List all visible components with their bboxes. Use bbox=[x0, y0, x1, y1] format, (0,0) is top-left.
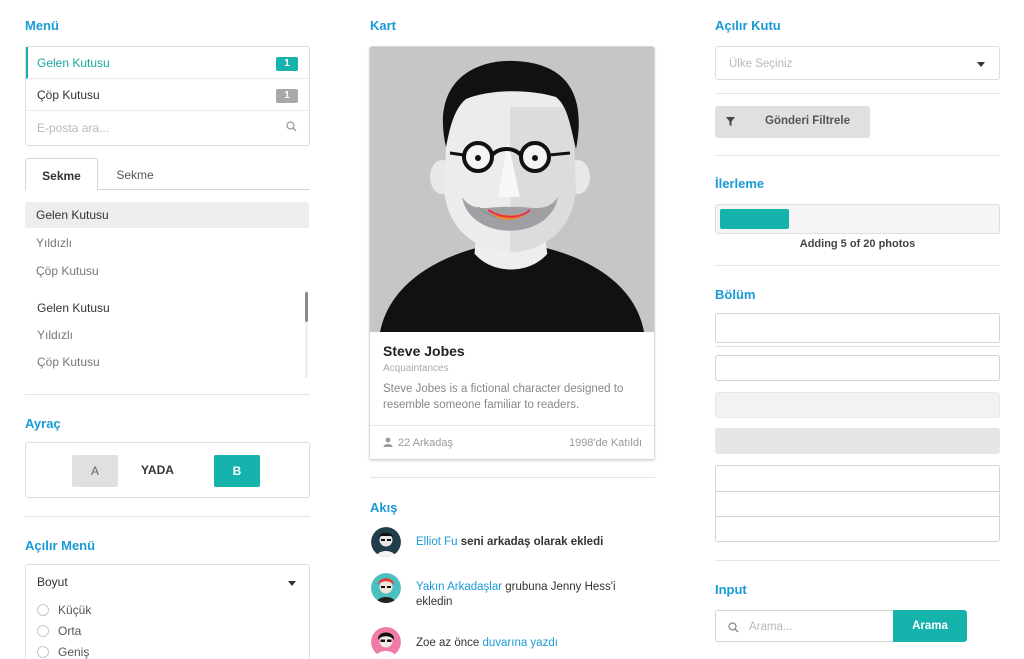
search-placeholder: E-posta ara... bbox=[37, 121, 110, 135]
card-meta: Acquaintances bbox=[383, 363, 449, 374]
user-icon bbox=[383, 437, 393, 447]
radio-label: Geniş bbox=[58, 645, 90, 659]
scroll-list-item-trash[interactable]: Çöp Kutusu bbox=[37, 355, 100, 369]
progress-heading: İlerleme bbox=[715, 176, 765, 191]
profile-illustration bbox=[370, 47, 654, 332]
progress-bar bbox=[715, 204, 1000, 234]
menu-item-inbox[interactable]: Gelen Kutusu 1 bbox=[26, 47, 309, 79]
card-heading: Kart bbox=[370, 18, 397, 33]
filter-posts-button[interactable]: Gönderi Filtrele bbox=[715, 106, 870, 138]
divider-heading: Ayraç bbox=[25, 416, 61, 431]
divider-line bbox=[370, 477, 655, 478]
radio-circle[interactable] bbox=[37, 625, 49, 637]
stack-divider bbox=[716, 516, 999, 517]
feed-heading: Akış bbox=[370, 500, 398, 515]
avatar[interactable] bbox=[371, 627, 401, 657]
chevron-down-icon[interactable] bbox=[288, 581, 296, 586]
scroll-list-item-inbox[interactable]: Gelen Kutusu bbox=[37, 301, 110, 315]
list-item-label: Yıldızlı bbox=[36, 236, 73, 250]
card-footer: 22 Arkadaş 1998'de Katıldı bbox=[370, 425, 654, 459]
size-dropdown-menu: Boyut Küçük Orta Geniş bbox=[25, 564, 310, 659]
card-description: Steve Jobes is a fictional character des… bbox=[383, 383, 624, 411]
feed-text: Zoe az önce duvarına yazdı bbox=[416, 636, 646, 651]
divider-line bbox=[25, 516, 310, 517]
search-placeholder: Arama... bbox=[749, 621, 793, 633]
menu-item-trash[interactable]: Çöp Kutusu 1 bbox=[26, 79, 309, 111]
scrollbar-thumb[interactable] bbox=[305, 292, 308, 322]
progress-label: Adding 5 of 20 photos bbox=[799, 238, 916, 250]
or-label: YADA bbox=[141, 463, 174, 477]
tab-list-item-trash[interactable]: Çöp Kutusu bbox=[25, 258, 309, 284]
email-search-input[interactable]: E-posta ara... bbox=[26, 111, 309, 145]
option-b-button[interactable]: B bbox=[214, 455, 260, 487]
divider-line bbox=[715, 265, 1000, 266]
progress-fill bbox=[720, 209, 789, 229]
radio-circle[interactable] bbox=[37, 604, 49, 616]
search-button[interactable]: Arama bbox=[893, 610, 967, 642]
search-icon bbox=[728, 622, 739, 633]
input-heading: Input bbox=[715, 582, 747, 597]
dropdown-title[interactable]: Boyut bbox=[37, 575, 68, 589]
divider-line bbox=[715, 93, 1000, 94]
profile-card[interactable]: Steve Jobes Acquaintances Steve Jobes is… bbox=[369, 46, 655, 460]
feed-group-link[interactable]: Yakın Arkadaşlar bbox=[416, 581, 502, 593]
feed-actor-text: Zoe az önce bbox=[416, 637, 483, 649]
country-select[interactable]: Ülke Seçiniz bbox=[715, 46, 1000, 80]
filter-button-label: Gönderi Filtrele bbox=[765, 115, 850, 127]
card-name[interactable]: Steve Jobes bbox=[383, 343, 465, 359]
section-field-2[interactable] bbox=[715, 355, 1000, 381]
radio-option-medium[interactable]: Orta bbox=[37, 624, 81, 638]
filter-icon bbox=[726, 117, 735, 126]
section-field-1[interactable] bbox=[715, 313, 1000, 343]
tab-bar: Sekme Sekme bbox=[25, 158, 310, 191]
feed-user-link[interactable]: Elliot Fu bbox=[416, 536, 458, 548]
section-field-3[interactable] bbox=[715, 392, 1000, 418]
tab-list-item-starred[interactable]: Yıldızlı bbox=[25, 230, 309, 256]
count-badge: 1 bbox=[276, 89, 298, 103]
radio-label: Küçük bbox=[58, 603, 92, 617]
list-item-label: Gelen Kutusu bbox=[36, 208, 109, 222]
radio-option-large[interactable]: Geniş bbox=[37, 645, 89, 659]
friends-label: 22 Arkadaş bbox=[398, 437, 454, 449]
search-icon bbox=[286, 121, 297, 135]
tab-2[interactable]: Sekme bbox=[98, 158, 172, 190]
menu-item-label: Gelen Kutusu bbox=[37, 56, 110, 70]
divider-line bbox=[25, 394, 310, 395]
section-stack[interactable] bbox=[715, 465, 1000, 542]
tab-1[interactable]: Sekme bbox=[25, 158, 98, 191]
dropdown-box-heading: Açılır Kutu bbox=[715, 18, 781, 33]
avatar[interactable] bbox=[371, 573, 401, 603]
radio-option-small[interactable]: Küçük bbox=[37, 603, 91, 617]
divider-box: A YADA B bbox=[25, 442, 310, 498]
divider-line bbox=[715, 155, 1000, 156]
option-a-button[interactable]: A bbox=[72, 455, 118, 487]
tab-list-item-inbox[interactable]: Gelen Kutusu bbox=[25, 202, 309, 228]
count-badge: 1 bbox=[276, 57, 298, 71]
feed-text: Yakın Arkadaşlar grubuna Jenny Hess'i ek… bbox=[416, 580, 646, 610]
search-input[interactable]: Arama... bbox=[715, 610, 893, 642]
list-item-label: Çöp Kutusu bbox=[36, 264, 99, 278]
dropdown-menu-heading: Açılır Menü bbox=[25, 538, 96, 553]
section-field-4[interactable] bbox=[715, 428, 1000, 454]
feed-action-text: seni arkadaş olarak ekledi bbox=[457, 536, 604, 548]
section-field-separator bbox=[715, 346, 1000, 347]
joined-date: 1998'de Katıldı bbox=[568, 437, 642, 449]
avatar[interactable] bbox=[371, 527, 401, 557]
divider-line bbox=[715, 560, 1000, 561]
scroll-list-item-starred[interactable]: Yıldızlı bbox=[37, 328, 73, 342]
radio-circle[interactable] bbox=[37, 646, 49, 658]
section-heading: Bölüm bbox=[715, 287, 756, 302]
menu-item-label: Çöp Kutusu bbox=[37, 88, 100, 102]
feed-wall-link[interactable]: duvarına yazdı bbox=[482, 637, 557, 649]
menu-heading: Menü bbox=[25, 18, 59, 33]
stack-divider bbox=[716, 491, 999, 492]
vertical-menu: Gelen Kutusu 1 Çöp Kutusu 1 E-posta ara.… bbox=[25, 46, 310, 146]
chevron-down-icon[interactable] bbox=[977, 62, 985, 67]
friends-count[interactable]: 22 Arkadaş bbox=[383, 437, 453, 449]
select-placeholder: Ülke Seçiniz bbox=[729, 58, 793, 70]
feed-text: Elliot Fu seni arkadaş olarak ekledi bbox=[416, 535, 646, 550]
radio-label: Orta bbox=[58, 624, 82, 638]
